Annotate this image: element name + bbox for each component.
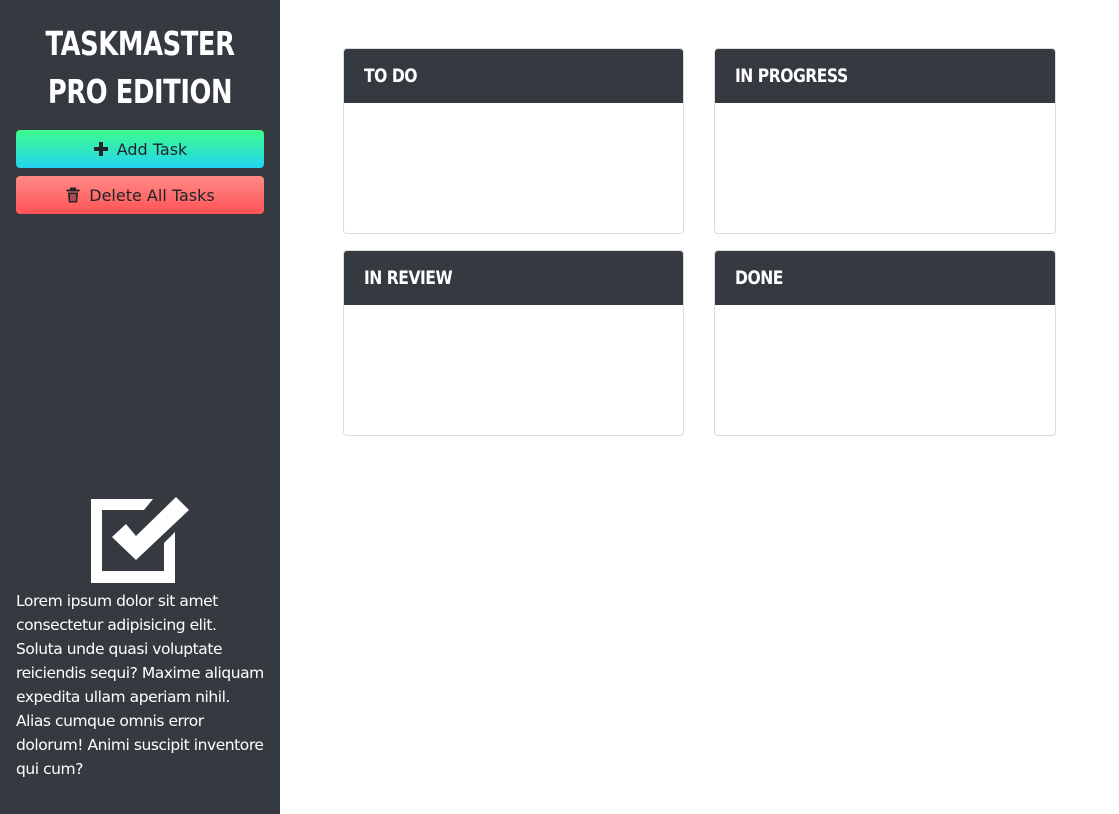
column-header: TO DO [344, 49, 683, 103]
column-header: DONE [715, 251, 1055, 305]
column-header: IN REVIEW [344, 251, 683, 305]
column-title: TO DO [364, 65, 418, 87]
column-in-review: IN REVIEW [343, 250, 684, 436]
column-title: IN PROGRESS [735, 65, 848, 87]
delete-all-tasks-label: Delete All Tasks [89, 185, 215, 205]
column-dropzone[interactable] [715, 305, 1055, 435]
add-task-button[interactable]: Add Task [16, 130, 264, 168]
column-title: DONE [735, 267, 783, 289]
checkbox-checked-icon [16, 497, 264, 583]
column-dropzone[interactable] [715, 103, 1055, 233]
app-title: TASKMASTER PRO EDITION [45, 24, 235, 111]
column-dropzone[interactable] [344, 305, 683, 435]
delete-all-tasks-button[interactable]: Delete All Tasks [16, 176, 264, 214]
trash-icon [65, 187, 81, 203]
column-dropzone[interactable] [344, 103, 683, 233]
column-title: IN REVIEW [364, 267, 453, 289]
column-todo: TO DO [343, 48, 684, 234]
sidebar: TASKMASTER PRO EDITION Add Task Delete A… [0, 0, 280, 814]
main-content: TO DO IN PROGRESS IN REVIEW DONE [280, 0, 1119, 814]
plus-icon [93, 141, 109, 157]
column-done: DONE [714, 250, 1056, 436]
sidebar-footer: Lorem ipsum dolor sit amet consectetur a… [16, 497, 264, 781]
app-description: Lorem ipsum dolor sit amet consectetur a… [16, 592, 264, 778]
app-root: TASKMASTER PRO EDITION Add Task Delete A… [0, 0, 1119, 814]
column-in-progress: IN PROGRESS [714, 48, 1056, 234]
task-board: TO DO IN PROGRESS IN REVIEW DONE [343, 48, 1057, 436]
add-task-label: Add Task [116, 139, 188, 159]
column-header: IN PROGRESS [715, 49, 1055, 103]
